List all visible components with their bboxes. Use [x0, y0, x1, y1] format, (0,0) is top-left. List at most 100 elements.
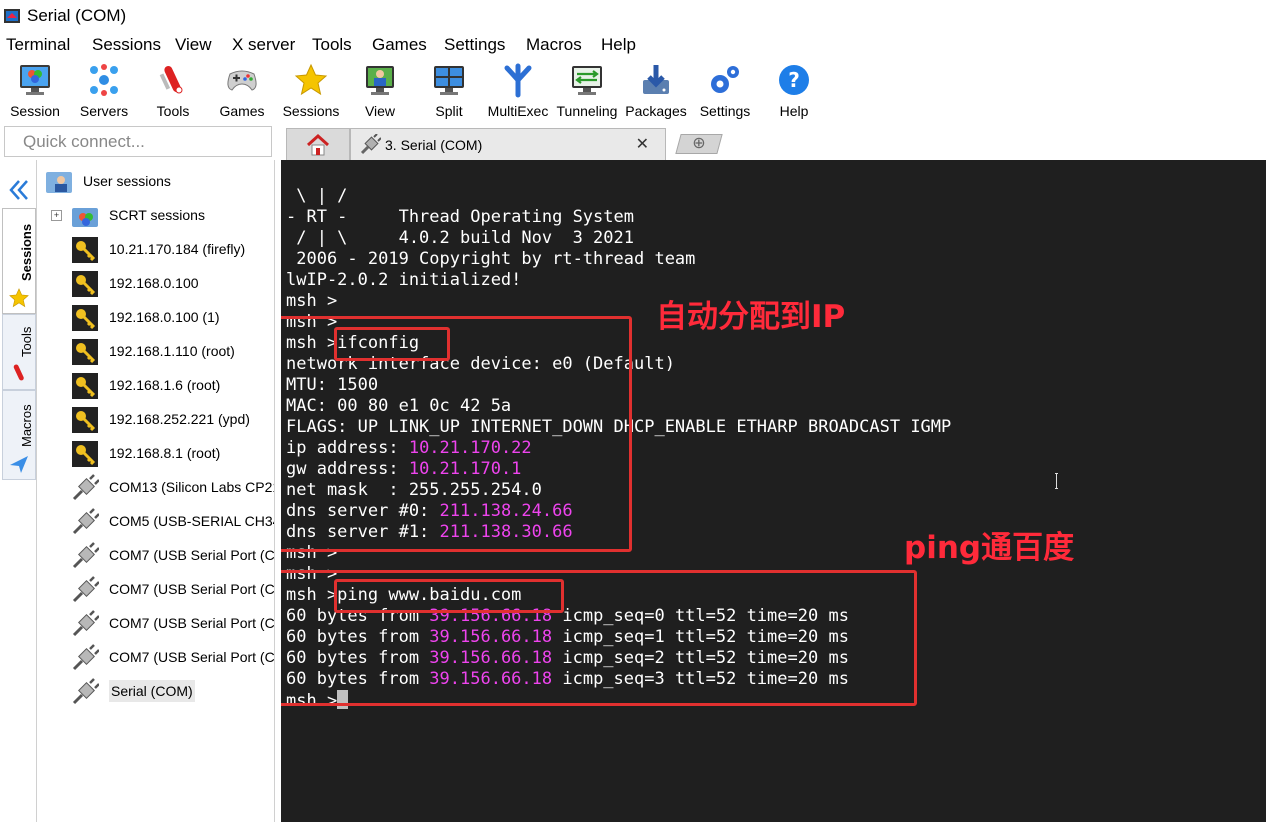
session-item[interactable]: 192.168.0.100: [37, 266, 274, 300]
new-tab-button[interactable]: ⊕: [675, 134, 723, 154]
expand-icon[interactable]: +: [51, 210, 62, 221]
session-label: COM7 (USB Serial Port (CO: [109, 581, 275, 597]
ifconfig-command-box: [334, 327, 450, 361]
toolbar-multiexec-button[interactable]: MultiExec: [485, 60, 551, 122]
text-cursor-icon: [1055, 473, 1058, 489]
plug-icon: [72, 576, 99, 603]
key-icon: [72, 373, 98, 399]
session-label: 192.168.1.110 (root): [109, 343, 235, 359]
toolbar-games-button[interactable]: Games: [209, 60, 275, 122]
session-item[interactable]: COM7 (USB Serial Port (CO: [37, 640, 274, 674]
session-item[interactable]: 192.168.1.110 (root): [37, 334, 274, 368]
quick-connect-input[interactable]: [21, 129, 275, 155]
title-bar: Serial (COM): [0, 0, 1266, 32]
session-label: COM13 (Silicon Labs CP21: [109, 479, 275, 495]
toolbar-split-button[interactable]: Split: [416, 60, 482, 122]
terminal-text: \ | /: [286, 186, 348, 206]
tools-icon: [13, 364, 24, 381]
side-tab-strip: Sessions Tools Macros: [0, 160, 36, 822]
toolbar-help-button[interactable]: ? Help: [761, 60, 827, 122]
session-item[interactable]: COM7 (USB Serial Port (CO: [37, 572, 274, 606]
session-label: 192.168.0.100: [109, 275, 199, 291]
menu-settings[interactable]: Settings: [444, 35, 505, 55]
terminal[interactable]: \ | / - RT - Thread Operating System / | …: [281, 160, 1266, 822]
app-icon: [4, 9, 20, 23]
terminal-line: msh >: [286, 291, 337, 312]
session-label: 192.168.1.6 (root): [109, 377, 221, 393]
menu-macros[interactable]: Macros: [526, 35, 582, 55]
session-item[interactable]: 192.168.1.6 (root): [37, 368, 274, 402]
key-icon: [72, 305, 98, 331]
menu-terminal[interactable]: Terminal: [6, 35, 70, 55]
monitor-icon: [20, 65, 50, 95]
session-item[interactable]: 192.168.0.100 (1): [37, 300, 274, 334]
menu-sessions[interactable]: Sessions: [92, 35, 161, 55]
side-tab-sessions-label: Sessions: [19, 223, 34, 281]
menu-view[interactable]: View: [175, 35, 212, 55]
toolbar: Session Servers Tools Games Sessions Vie…: [0, 58, 1266, 124]
plug-icon: [72, 542, 99, 569]
tab-serial-com[interactable]: 3. Serial (COM) ✕: [350, 128, 666, 161]
menu-games[interactable]: Games: [372, 35, 427, 55]
menu-bar: Terminal Sessions View X server Tools Ga…: [0, 32, 1266, 58]
plug-icon: [72, 644, 99, 671]
quick-connect-box: [4, 126, 275, 157]
session-item[interactable]: 10.21.170.184 (firefly): [37, 232, 274, 266]
session-item[interactable]: 192.168.252.221 (ypd): [37, 402, 274, 436]
star-icon: [294, 63, 328, 96]
add-tab-icon: ⊕: [692, 135, 706, 152]
multiexec-icon: [504, 63, 532, 98]
side-tab-tools[interactable]: Tools: [2, 314, 36, 390]
session-item[interactable]: 192.168.8.1 (root): [37, 436, 274, 470]
terminal-text: msh >: [286, 291, 338, 311]
toolbar-tunneling-button[interactable]: Tunneling: [554, 60, 620, 122]
toolbar-help-label: Help: [779, 103, 809, 119]
menu-help[interactable]: Help: [601, 35, 636, 55]
tab-close-icon[interactable]: ✕: [636, 134, 649, 154]
toolbar-sessions-button[interactable]: Sessions: [278, 60, 344, 122]
split-icon: [434, 66, 464, 95]
toolbar-servers-button[interactable]: Servers: [71, 60, 137, 122]
session-item[interactable]: COM7 (USB Serial Port (CO: [37, 538, 274, 572]
side-tab-sessions[interactable]: Sessions: [2, 208, 36, 314]
send-icon: [10, 456, 28, 473]
session-item[interactable]: Serial (COM): [37, 674, 274, 708]
menu-x-server[interactable]: X server: [232, 35, 295, 55]
user-sessions-label: User sessions: [83, 173, 171, 189]
plug-icon: [360, 134, 381, 155]
folder-icon: [72, 208, 98, 227]
toolbar-session-button[interactable]: Session: [2, 60, 68, 122]
key-icon: [72, 339, 98, 365]
window-title: Serial (COM): [27, 6, 127, 25]
tab-bar: 3. Serial (COM) ✕ ⊕: [280, 124, 1266, 161]
view-icon: [366, 66, 394, 95]
menu-tools[interactable]: Tools: [312, 35, 352, 55]
session-label: COM5 (USB-SERIAL CH34: [109, 513, 275, 529]
session-item[interactable]: + SCRT sessions: [37, 198, 274, 232]
user-sessions-folder[interactable]: User sessions: [37, 164, 274, 198]
session-label: Serial (COM): [109, 680, 195, 702]
session-label: 192.168.252.221 (ypd): [109, 411, 250, 427]
key-icon: [72, 441, 98, 467]
terminal-line: 2006 - 2019 Copyright by rt-thread team: [286, 249, 695, 270]
session-label: 10.21.170.184 (firefly): [109, 241, 246, 257]
terminal-line: - RT - Thread Operating System: [286, 207, 634, 228]
terminal-text: - RT - Thread Operating System: [286, 207, 634, 227]
toolbar-tools-button[interactable]: Tools: [140, 60, 206, 122]
key-icon: [72, 237, 98, 263]
side-tab-macros[interactable]: Macros: [2, 390, 36, 480]
toolbar-view-button[interactable]: View: [347, 60, 413, 122]
session-item[interactable]: COM7 (USB Serial Port (CO: [37, 606, 274, 640]
toolbar-packages-button[interactable]: Packages: [623, 60, 689, 122]
sessions-panel: User sessions + SCRT sessions 10.21.170.18…: [36, 160, 275, 822]
session-item[interactable]: COM5 (USB-SERIAL CH34: [37, 504, 274, 538]
session-item[interactable]: COM13 (Silicon Labs CP21: [37, 470, 274, 504]
ping-annotation: ping通百度: [904, 530, 1075, 566]
key-icon: [72, 271, 98, 297]
toolbar-settings-button[interactable]: Settings: [692, 60, 758, 122]
session-label: SCRT sessions: [109, 207, 205, 223]
collapse-sidebar-icon[interactable]: [7, 178, 31, 202]
home-tab[interactable]: [286, 128, 350, 161]
session-label: COM7 (USB Serial Port (CO: [109, 649, 275, 665]
tools-icon: [159, 66, 183, 94]
